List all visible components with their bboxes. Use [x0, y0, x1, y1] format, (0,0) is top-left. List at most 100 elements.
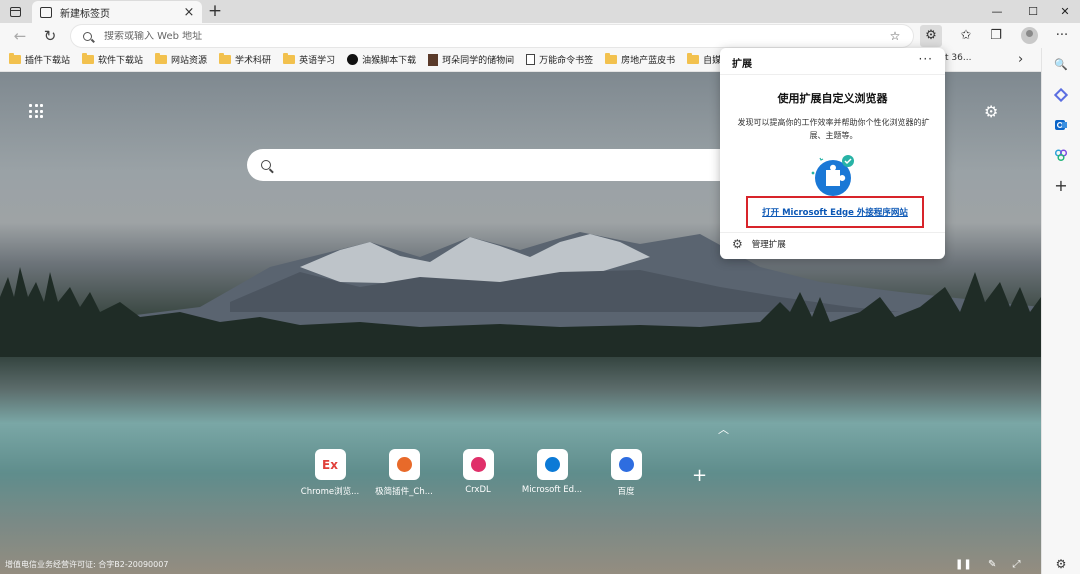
license-text: 增值电信业务经营许可证: 合字B2-20090007	[5, 560, 169, 569]
edit-background-icon[interactable]: ✎	[988, 559, 996, 570]
tab-title: 新建标签页	[60, 8, 110, 20]
popup-header: 扩展	[732, 59, 752, 70]
sidebar-discover-icon[interactable]	[1053, 87, 1069, 104]
bookmark-label: 插件下载站	[25, 56, 71, 66]
shortcut-label: 极简插件_Ch...	[375, 487, 433, 497]
fullscreen-icon[interactable]: ⤢	[1013, 559, 1021, 570]
favorite-star-icon[interactable]: ☆	[885, 29, 905, 43]
bookmark-item[interactable]: 珂朵同学的储物间	[428, 53, 514, 66]
popup-description: 发现可以提高你的工作效率并帮助你个性化浏览器的扩展、主题等。	[737, 118, 930, 140]
bookmarks-overflow-chevron[interactable]: ›	[1018, 52, 1023, 67]
sidebar-outlook-icon[interactable]	[1053, 118, 1069, 134]
shortcut-tile[interactable]: CrxDL	[438, 449, 518, 495]
bookmark-item[interactable]: 万能命令书签	[526, 53, 593, 66]
divider	[720, 74, 945, 75]
bookmark-label: 房地产蓝皮书	[621, 56, 676, 66]
folder-icon	[605, 53, 618, 64]
new-tab-button[interactable]: +	[205, 1, 225, 21]
sidebar-search-icon[interactable]: 🔍	[1053, 57, 1069, 73]
shortcut-icon: Ex	[314, 449, 346, 480]
bookmark-item[interactable]: 英语学习	[283, 53, 335, 66]
tab-strip: 新建标签页 × + — ☐ ✕	[0, 0, 1080, 23]
maximize-button[interactable]: ☐	[1018, 0, 1048, 23]
refresh-button[interactable]: ↻	[40, 26, 60, 46]
folder-icon	[219, 53, 232, 64]
folder-icon	[9, 53, 21, 64]
back-button[interactable]: ←	[10, 26, 30, 46]
bookmark-overflow-peek: t 36...	[945, 53, 972, 63]
folder-icon	[687, 53, 700, 64]
globe-icon	[347, 54, 359, 65]
collapse-chevron-icon[interactable]: ︿	[718, 421, 729, 437]
popup-title: 使用扩展自定义浏览器	[777, 92, 888, 105]
shortcut-tile[interactable]: 极简插件_Ch...	[364, 449, 444, 497]
bookmark-label: 万能命令书签	[539, 56, 594, 66]
manage-gear-icon: ⚙	[732, 237, 743, 251]
sidebar-settings-icon[interactable]: ⚙	[1053, 556, 1069, 572]
shortcut-tile[interactable]: 百度	[586, 449, 666, 497]
extensions-button[interactable]: ⚙	[920, 25, 942, 47]
shortcut-tile[interactable]: Microsoft Ed...	[512, 449, 592, 495]
bookmark-item[interactable]: 网站资源	[155, 53, 207, 66]
search-icon	[261, 160, 271, 170]
settings-more-button[interactable]: ···	[1051, 25, 1073, 47]
pause-icon[interactable]: ❚❚	[955, 559, 972, 570]
shortcut-icon	[388, 449, 420, 480]
bookmark-item[interactable]: 学术科研	[219, 53, 271, 66]
tab-new-tab[interactable]: 新建标签页 ×	[32, 1, 202, 23]
address-input[interactable]	[104, 30, 885, 42]
bookmark-label: 英语学习	[299, 56, 336, 66]
addons-link-highlight: 打开 Microsoft Edge 外接程序网站	[746, 196, 924, 228]
bookmark-label: 珂朵同学的储物间	[442, 56, 515, 66]
bookmark-label: 网站资源	[171, 56, 208, 66]
bookmark-label: 学术科研	[235, 56, 272, 66]
tab-actions-button[interactable]	[6, 4, 24, 20]
extensions-popup: 扩展 ··· 使用扩展自定义浏览器 发现可以提高你的工作效率并帮助你个性化浏览器…	[720, 48, 945, 259]
shortcut-label: 百度	[617, 487, 635, 497]
apps-launcher-icon[interactable]	[29, 104, 43, 118]
popup-more-button[interactable]: ···	[919, 52, 933, 66]
shortcut-icon	[610, 449, 642, 480]
divider	[720, 232, 945, 233]
sidebar-games-icon[interactable]	[1053, 148, 1069, 164]
open-addons-site-link[interactable]: 打开 Microsoft Edge 外接程序网站	[762, 206, 908, 218]
shortcut-icon	[536, 449, 568, 480]
address-bar[interactable]: ☆	[71, 25, 913, 47]
folder-icon	[155, 53, 168, 64]
favorites-button[interactable]: ✩	[955, 25, 977, 47]
tab-close-button[interactable]: ×	[182, 5, 196, 20]
forest-background	[0, 267, 1041, 357]
tab-page-icon	[40, 6, 52, 18]
puzzle-illustration-icon	[811, 155, 854, 196]
shortcut-tile[interactable]: Ex Chrome浏览...	[290, 449, 370, 497]
document-icon	[526, 54, 536, 65]
page-settings-icon[interactable]: ⚙	[984, 102, 998, 121]
web-search-box[interactable]	[247, 149, 777, 181]
background-controls: ❚❚ ✎ ⤢	[955, 559, 1034, 570]
search-icon	[83, 31, 92, 41]
manage-extensions-item[interactable]: ⚙ 管理扩展	[732, 237, 786, 251]
shortcut-label: CrxDL	[465, 485, 491, 495]
bookmark-item[interactable]: 软件下载站	[82, 53, 143, 66]
shortcut-icon	[462, 449, 494, 480]
bookmark-label: 油猴脚本下载	[362, 56, 417, 66]
folder-icon	[283, 53, 296, 64]
bookmark-item[interactable]: 插件下载站	[9, 53, 70, 66]
profile-avatar[interactable]	[1021, 27, 1038, 44]
folder-icon	[82, 53, 95, 64]
add-shortcut-button[interactable]: +	[692, 465, 707, 486]
bookmark-item[interactable]: 油猴脚本下载	[347, 53, 416, 66]
bookmark-label: 软件下载站	[98, 56, 144, 66]
minimize-button[interactable]: —	[982, 0, 1012, 23]
edge-sidebar: 🔍 + ⚙	[1041, 48, 1080, 574]
web-search-input[interactable]	[283, 158, 777, 172]
manage-extensions-label: 管理扩展	[751, 240, 786, 250]
sidebar-add-icon[interactable]: +	[1053, 178, 1069, 194]
bookmark-item[interactable]: 房地产蓝皮书	[605, 53, 675, 66]
close-window-button[interactable]: ✕	[1050, 0, 1080, 23]
tab-actions-icon	[9, 7, 21, 17]
shortcut-label: Chrome浏览...	[300, 487, 360, 497]
collections-button[interactable]: ❐	[985, 25, 1007, 47]
shortcut-label: Microsoft Ed...	[521, 485, 583, 495]
person-icon	[428, 53, 439, 66]
